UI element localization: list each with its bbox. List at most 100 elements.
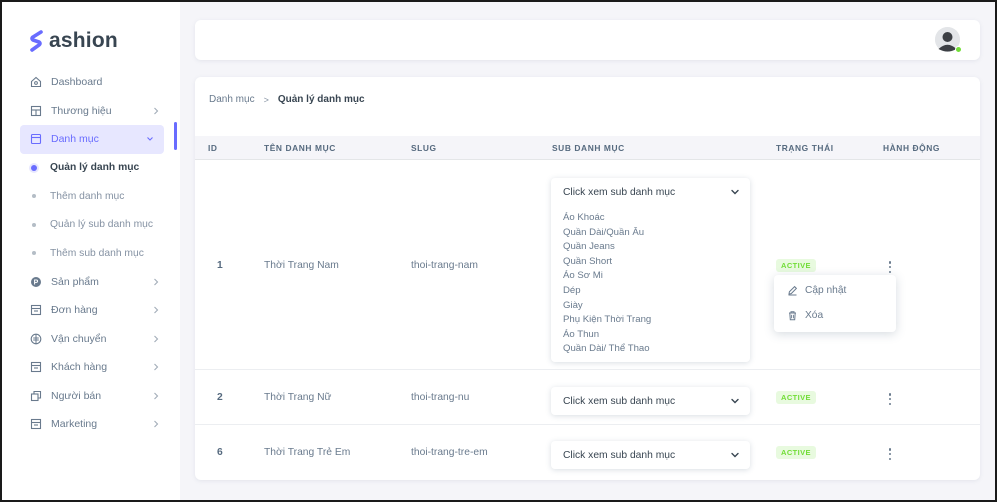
brand[interactable]: ashion: [30, 29, 118, 53]
sidebar-menu: Dashboard Thương hiệu Danh mục Quản lý d…: [20, 68, 178, 439]
sidebar-active-indicator: [174, 122, 177, 150]
delete-menu-item[interactable]: Xóa: [787, 305, 823, 325]
sidebar-item-marketing[interactable]: Marketing: [20, 410, 178, 439]
seller-icon: [30, 390, 42, 401]
top-navbar: [195, 20, 980, 60]
bullet-icon: [31, 164, 37, 171]
chevron-down-icon: [731, 452, 739, 458]
online-status-dot: [955, 46, 962, 53]
sidebar-item-label: Dashboard: [51, 76, 103, 89]
row-id: 1: [217, 260, 223, 271]
subcategory-item[interactable]: Dép: [563, 284, 651, 299]
status-badge: ACTIVE: [776, 446, 816, 459]
sidebar-subitem-manage-categories[interactable]: Quản lý danh mục: [20, 154, 178, 183]
subcategory-list: Áo Khoác Quần Dài/Quần Âu Quần Jeans Quầ…: [563, 211, 651, 357]
bullet-icon: [32, 194, 36, 199]
dropdown-placeholder: Click xem sub danh mục: [563, 449, 676, 461]
row-name: Thời Trang Nam: [264, 260, 339, 271]
chevron-down-icon: [731, 189, 739, 195]
delete-label: Xóa: [805, 309, 824, 321]
column-header-status: TRẠNG THÁI: [776, 143, 834, 153]
breadcrumb: Danh mục > Quản lý danh mục: [209, 94, 365, 105]
subcategory-dropdown[interactable]: Click xem sub danh mục: [551, 441, 750, 469]
app-frame: ashion Dashboard Thương hiệu Danh mục Qu…: [0, 0, 997, 502]
trash-icon: [789, 310, 796, 320]
chevron-right-icon: [154, 392, 159, 399]
chevron-right-icon: [154, 420, 159, 428]
sidebar-item-sellers[interactable]: Người bán: [20, 382, 178, 411]
column-header-subcategories: SUB DANH MỤC: [552, 143, 625, 153]
subcategory-dropdown-open[interactable]: Click xem sub danh mục Áo Khoác Quần Dài…: [551, 178, 750, 362]
edit-menu-item[interactable]: Cập nhật: [787, 280, 846, 300]
subcategory-dropdown[interactable]: Click xem sub danh mục: [551, 387, 750, 415]
breadcrumb-separator: >: [263, 94, 269, 105]
sidebar-item-dashboard[interactable]: Dashboard: [20, 68, 178, 97]
column-header-actions: HÀNH ĐỘNG: [883, 143, 941, 153]
sidebar-item-label: Người bán: [51, 389, 102, 402]
subcategory-item[interactable]: Áo Khoác: [563, 211, 651, 226]
column-header-name: TÊN DANH MỤC: [264, 143, 336, 153]
breadcrumb-current: Quản lý danh mục: [277, 94, 365, 105]
sidebar-subitem-manage-subcategories[interactable]: Quản lý sub danh mục: [20, 211, 178, 240]
subcategory-item[interactable]: Quần Jeans: [563, 240, 651, 255]
store-icon: [30, 105, 42, 116]
sidebar-subitem-add-category[interactable]: Thêm danh mục: [20, 182, 178, 211]
sidebar-item-products[interactable]: P Sản phẩm: [20, 268, 178, 297]
product-icon: P: [31, 276, 41, 287]
subcategory-item[interactable]: Giày: [563, 299, 651, 314]
sidebar-subitem-label: Quản lý danh mục: [50, 162, 140, 174]
shipping-icon: [30, 333, 42, 345]
sidebar-item-customers[interactable]: Khách hàng: [20, 353, 178, 382]
sidebar-item-label: Vận chuyển: [51, 332, 107, 345]
row-action-menu: Cập nhật Xóa: [774, 275, 896, 332]
bullet-icon: [32, 251, 36, 256]
chevron-down-icon: [731, 398, 739, 404]
sidebar-item-label: Thương hiệu: [51, 104, 112, 117]
subcategory-item[interactable]: Quần Short: [563, 255, 651, 270]
row-name: Thời Trang Trẻ Em: [264, 447, 351, 458]
dropdown-placeholder: Click xem sub danh mục: [563, 395, 676, 407]
sidebar-item-label: Sản phẩm: [51, 275, 99, 288]
dropdown-placeholder: Click xem sub danh mục: [563, 186, 676, 198]
sidebar-item-shipping[interactable]: Vận chuyển: [20, 325, 178, 354]
row-name: Thời Trang Nữ: [264, 392, 332, 403]
sidebar: ashion Dashboard Thương hiệu Danh mục Qu…: [2, 2, 180, 500]
pencil-icon: [788, 285, 798, 295]
sidebar-item-brands[interactable]: Thương hiệu: [20, 97, 178, 126]
row-slug: thoi-trang-nam: [411, 260, 478, 271]
subcategory-item[interactable]: Phụ Kiện Thời Trang: [563, 313, 651, 328]
column-header-id: ID: [208, 143, 218, 153]
svg-text:P: P: [34, 279, 39, 286]
sidebar-item-orders[interactable]: Đơn hàng: [20, 296, 178, 325]
user-avatar[interactable]: [935, 27, 962, 53]
chevron-right-icon: [154, 335, 159, 342]
more-options-icon[interactable]: [885, 261, 895, 273]
subcategory-item[interactable]: Áo Thun: [563, 328, 651, 343]
breadcrumb-parent[interactable]: Danh mục: [209, 94, 255, 105]
status-badge: ACTIVE: [776, 259, 816, 272]
column-header-slug: SLUG: [411, 143, 437, 153]
subcategory-item[interactable]: Quần Dài/Quần Âu: [563, 226, 651, 241]
status-badge: ACTIVE: [776, 391, 816, 404]
chevron-right-icon: [154, 306, 159, 314]
chevron-right-icon: [154, 107, 159, 114]
more-options-icon[interactable]: [885, 448, 895, 460]
sidebar-item-label: Marketing: [51, 418, 98, 431]
edit-label: Cập nhật: [805, 284, 847, 296]
chevron-right-icon: [154, 363, 159, 371]
sidebar-subitem-add-subcategory[interactable]: Thêm sub danh mục: [20, 239, 178, 268]
sidebar-item-label: Khách hàng: [51, 361, 108, 374]
sidebar-subitem-label: Thêm danh mục: [50, 190, 125, 202]
sidebar-subitem-label: Quản lý sub danh mục: [50, 219, 154, 231]
sidebar-item-categories[interactable]: Danh mục: [20, 125, 164, 154]
row-divider: [195, 424, 980, 425]
home-icon: [30, 77, 42, 88]
brand-name: ashion: [49, 29, 118, 52]
row-slug: thoi-trang-nu: [411, 392, 470, 403]
order-icon: [30, 305, 42, 316]
customer-icon: [30, 362, 42, 373]
more-options-icon[interactable]: [885, 393, 895, 405]
subcategory-item[interactable]: Quần Dài/ Thể Thao: [563, 342, 651, 357]
table-header: ID TÊN DANH MỤC SLUG SUB DANH MỤC TRẠNG …: [195, 136, 980, 160]
subcategory-item[interactable]: Áo Sơ Mi: [563, 269, 651, 284]
